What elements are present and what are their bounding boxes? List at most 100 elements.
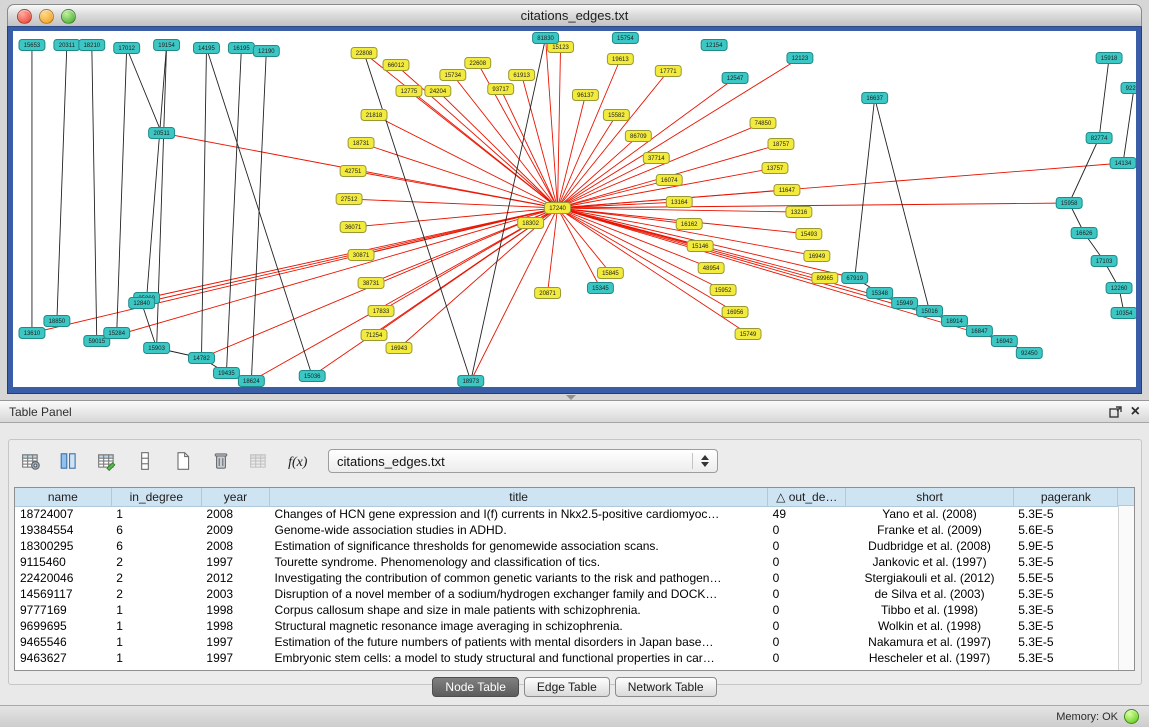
- graph-node[interactable]: 15754: [612, 33, 638, 44]
- table-cell[interactable]: 0: [768, 522, 846, 538]
- table-row[interactable]: 1456911722003Disruption of a novel membe…: [15, 586, 1119, 602]
- graph-edge[interactable]: [558, 203, 1070, 208]
- table-cell[interactable]: 1: [111, 506, 201, 522]
- graph-edge[interactable]: [147, 45, 167, 298]
- table-cell[interactable]: 14569117: [15, 586, 111, 602]
- zoom-window-button[interactable]: [61, 9, 76, 24]
- graph-node[interactable]: 18757: [768, 139, 794, 150]
- create-column-button[interactable]: [92, 447, 122, 475]
- table-mode-button[interactable]: [16, 447, 46, 475]
- graph-node[interactable]: 22808: [351, 48, 377, 59]
- graph-node[interactable]: 17833: [368, 306, 394, 317]
- graph-node[interactable]: 67919: [842, 273, 868, 284]
- graph-edge[interactable]: [438, 91, 558, 208]
- graph-node[interactable]: 20511: [149, 128, 175, 139]
- graph-node[interactable]: 71254: [361, 330, 387, 341]
- graph-edge[interactable]: [558, 158, 657, 208]
- graph-node[interactable]: 92450: [1016, 348, 1042, 359]
- graph-edge[interactable]: [409, 91, 558, 208]
- graph-node[interactable]: 16162: [676, 219, 702, 230]
- network-graph[interactable]: 1724066012228081277521818187314275127512…: [13, 31, 1136, 387]
- table-cell[interactable]: Changes of HCN gene expression and I(f) …: [270, 506, 768, 522]
- graph-edge[interactable]: [558, 208, 611, 273]
- table-cell[interactable]: 1997: [201, 554, 269, 570]
- column-header-out_de[interactable]: △ out_de…: [768, 488, 846, 506]
- graph-node[interactable]: 16637: [862, 93, 888, 104]
- show-columns-button[interactable]: [54, 447, 84, 475]
- graph-edge[interactable]: [251, 208, 557, 381]
- graph-node[interactable]: 15146: [687, 241, 713, 252]
- graph-node[interactable]: 15958: [1056, 198, 1082, 209]
- graph-edge[interactable]: [558, 208, 601, 288]
- table-cell[interactable]: 1998: [201, 618, 269, 634]
- graph-node[interactable]: 18210: [79, 40, 105, 51]
- graph-node[interactable]: 18914: [942, 316, 968, 327]
- column-header-year[interactable]: year: [201, 488, 269, 506]
- graph-node[interactable]: 18973: [458, 376, 484, 387]
- delete-column-button[interactable]: [206, 447, 236, 475]
- graph-node[interactable]: 12260: [1106, 283, 1132, 294]
- graph-node[interactable]: 13757: [762, 163, 788, 174]
- float-panel-icon[interactable]: [1109, 406, 1122, 418]
- table-cell[interactable]: 2009: [201, 522, 269, 538]
- graph-node[interactable]: 17012: [114, 43, 140, 54]
- graph-edge[interactable]: [374, 115, 558, 208]
- table-row[interactable]: 1830029562008Estimation of significance …: [15, 538, 1119, 554]
- table-cell[interactable]: 9463627: [15, 650, 111, 666]
- table-cell[interactable]: 0: [768, 586, 846, 602]
- graph-node[interactable]: 74850: [750, 118, 776, 129]
- graph-node[interactable]: 16626: [1071, 228, 1097, 239]
- close-window-button[interactable]: [17, 9, 32, 24]
- table-cell[interactable]: Franke et al. (2009): [846, 522, 1013, 538]
- table-cell[interactable]: Genome-wide association studies in ADHD.: [270, 522, 768, 538]
- table-cell[interactable]: 0: [768, 602, 846, 618]
- table-cell[interactable]: 9777169: [15, 602, 111, 618]
- table-cell[interactable]: 5.3E-5: [1013, 602, 1118, 618]
- table-cell[interactable]: 0: [768, 618, 846, 634]
- table-row[interactable]: 946554611997Estimation of the future num…: [15, 634, 1119, 650]
- graph-node[interactable]: 15016: [917, 306, 943, 317]
- graph-node[interactable]: 20871: [535, 288, 561, 299]
- graph-edge[interactable]: [558, 163, 1123, 208]
- close-panel-icon[interactable]: ×: [1131, 405, 1140, 419]
- table-row[interactable]: 969969511998Structural magnetic resonanc…: [15, 618, 1119, 634]
- graph-node[interactable]: 66012: [383, 60, 409, 71]
- tab-node-table[interactable]: Node Table: [432, 677, 519, 697]
- graph-node[interactable]: 12123: [787, 53, 813, 64]
- graph-node[interactable]: 16942: [991, 336, 1017, 347]
- table-cell[interactable]: Wolkin et al. (1998): [846, 618, 1013, 634]
- table-cell[interactable]: 5.3E-5: [1013, 650, 1118, 666]
- graph-edge[interactable]: [1069, 138, 1099, 203]
- graph-edge[interactable]: [546, 38, 558, 208]
- graph-node[interactable]: 86709: [625, 131, 651, 142]
- table-cell[interactable]: 22420046: [15, 570, 111, 586]
- table-cell[interactable]: Corpus callosum shape and size in male p…: [270, 602, 768, 618]
- graph-node[interactable]: 37714: [643, 153, 669, 164]
- table-cell[interactable]: 9465546: [15, 634, 111, 650]
- graph-edge[interactable]: [142, 303, 157, 348]
- graph-edge[interactable]: [57, 45, 67, 321]
- table-cell[interactable]: Jankovic et al. (1997): [846, 554, 1013, 570]
- table-cell[interactable]: Hescheler et al. (1997): [846, 650, 1013, 666]
- graph-edge[interactable]: [349, 199, 557, 208]
- graph-node[interactable]: 13610: [19, 328, 45, 339]
- table-cell[interactable]: 2: [111, 570, 201, 586]
- minimize-window-button[interactable]: [39, 9, 54, 24]
- graph-node[interactable]: 18624: [238, 376, 264, 387]
- graph-edge[interactable]: [501, 89, 558, 208]
- graph-node[interactable]: 16074: [656, 175, 682, 186]
- column-header-short[interactable]: short: [846, 488, 1013, 506]
- table-row[interactable]: 1938455462009Genome-wide association stu…: [15, 522, 1119, 538]
- table-cell[interactable]: Tourette syndrome. Phenomenology and cla…: [270, 554, 768, 570]
- table-cell[interactable]: 1: [111, 650, 201, 666]
- column-header-name[interactable]: name: [15, 488, 111, 506]
- graph-edge[interactable]: [201, 48, 206, 358]
- table-row[interactable]: 946362711997Embryonic stem cells: a mode…: [15, 650, 1119, 666]
- new-table-button[interactable]: [168, 447, 198, 475]
- table-cell[interactable]: 9115460: [15, 554, 111, 570]
- graph-node[interactable]: 15036: [299, 371, 325, 382]
- table-cell[interactable]: 18724007: [15, 506, 111, 522]
- graph-node[interactable]: 21818: [361, 110, 387, 121]
- table-cell[interactable]: 6: [111, 538, 201, 554]
- graph-node[interactable]: 12840: [129, 298, 155, 309]
